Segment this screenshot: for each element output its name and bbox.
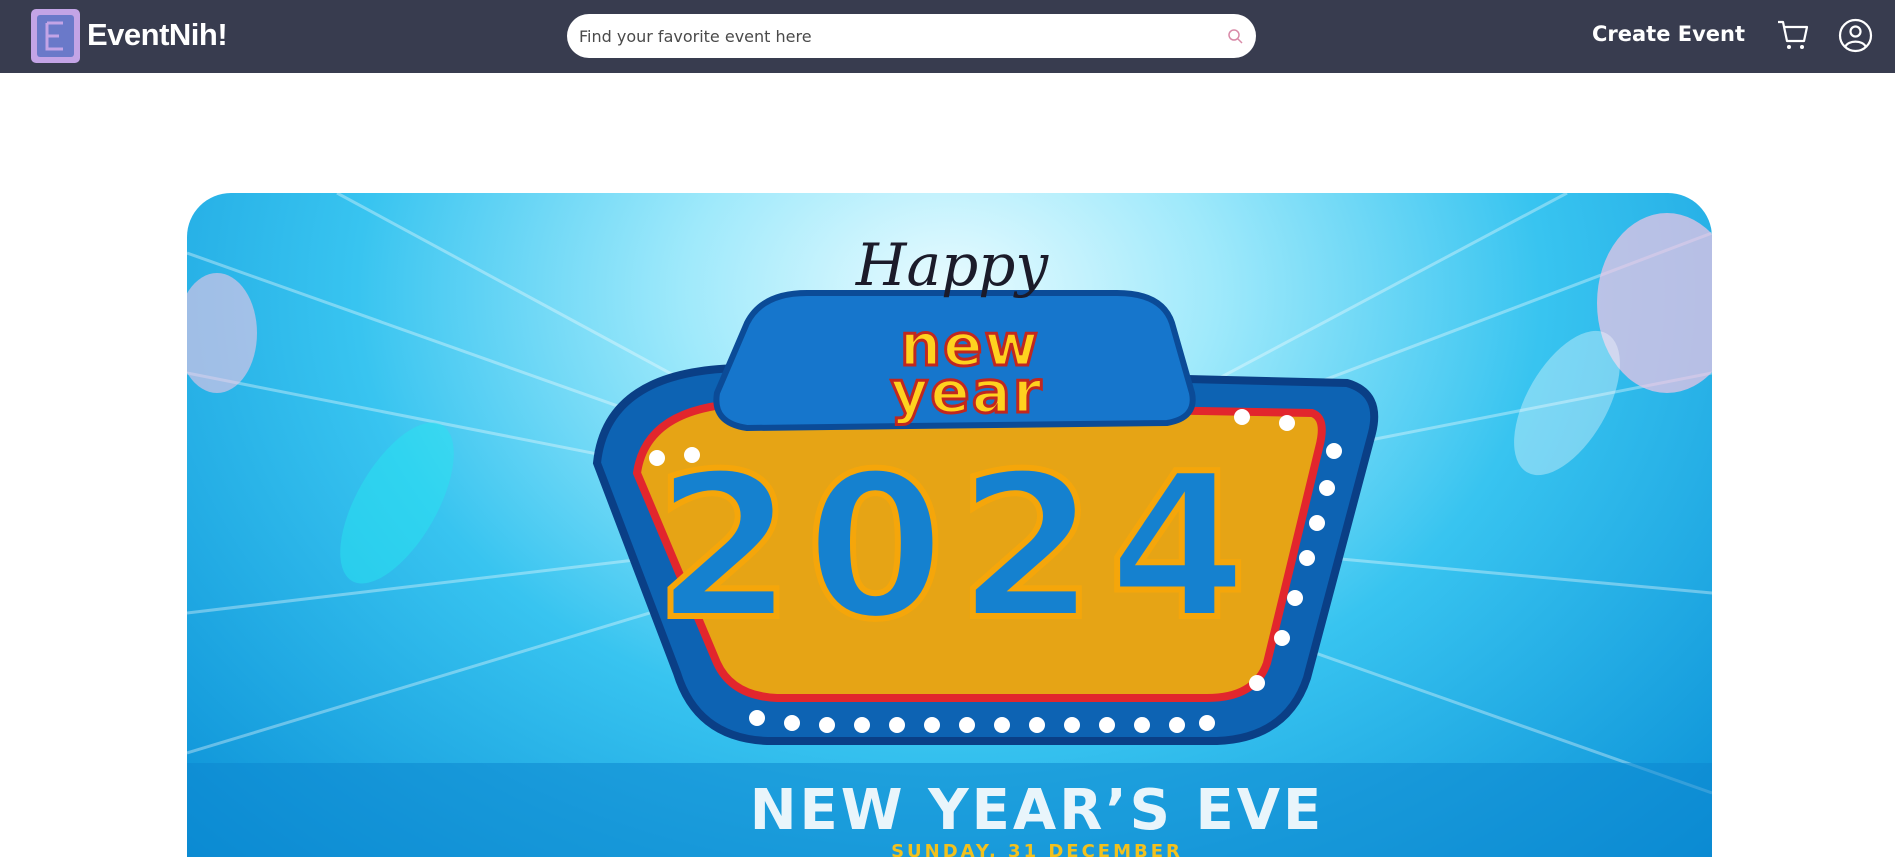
search-input[interactable] — [579, 16, 1199, 56]
search-bar[interactable] — [567, 14, 1256, 58]
create-event-link[interactable]: Create Event — [1592, 22, 1745, 46]
big-year-number: 2024 — [652, 431, 1260, 664]
user-circle-icon[interactable] — [1838, 18, 1873, 53]
year-text: Year — [889, 357, 1044, 428]
search-icon[interactable] — [1226, 27, 1244, 45]
brand-name[interactable]: EventNih! — [87, 17, 228, 53]
event-date: SUNDAY, 31 DECEMBER — [891, 841, 1183, 857]
eventnih-logo-icon[interactable] — [31, 9, 80, 63]
happy-script-text: Happy — [855, 231, 1049, 299]
event-title: NEW YEAR’S EVE — [749, 778, 1325, 843]
event-banner[interactable]: Happy New Year 2024 NEW YEAR’S EVE SUNDA… — [187, 193, 1712, 857]
cart-icon[interactable] — [1776, 18, 1810, 52]
top-navbar: EventNih! Create Event — [0, 0, 1895, 73]
